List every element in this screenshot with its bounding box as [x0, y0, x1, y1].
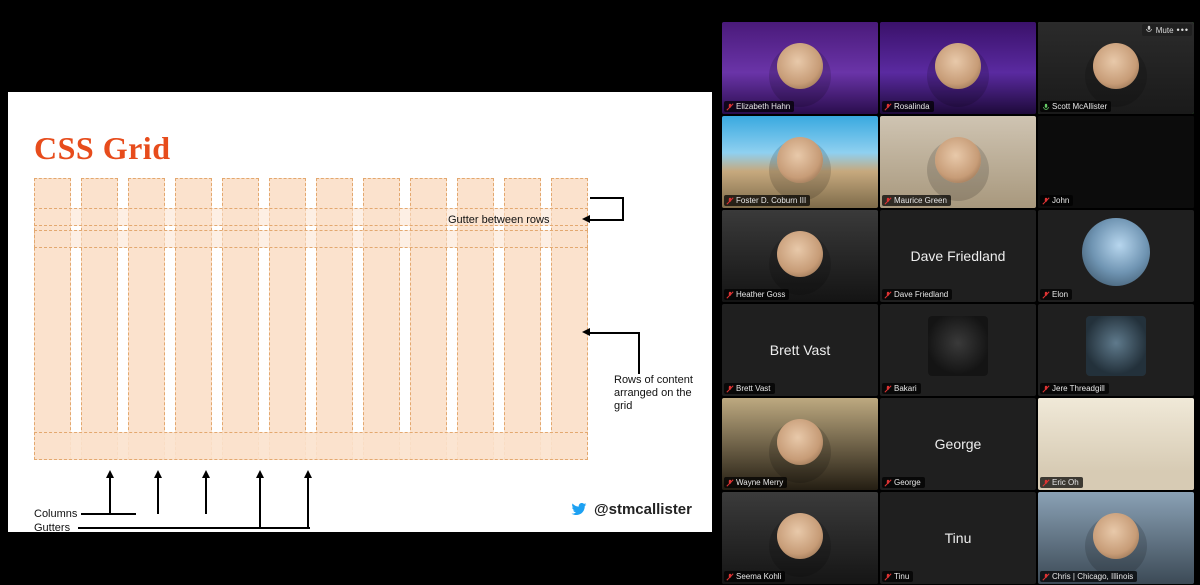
participant-tile[interactable]: Jere Threadgill: [1038, 304, 1194, 396]
participant-tile[interactable]: Heather Goss: [722, 210, 878, 302]
participant-tile[interactable]: John: [1038, 116, 1194, 208]
participant-tile[interactable]: Maurice Green: [880, 116, 1036, 208]
participant-tile[interactable]: Eric Oh: [1038, 398, 1194, 490]
participant-name-label: Elizabeth Hahn: [724, 101, 794, 112]
participant-name-label: Heather Goss: [724, 289, 789, 300]
participant-tile[interactable]: Dave Friedland Dave Friedland: [880, 210, 1036, 302]
slide-title: CSS Grid: [34, 130, 170, 167]
participant-name-label: Chris | Chicago, Illinois: [1040, 571, 1137, 582]
mic-muted-icon: [726, 573, 734, 581]
mute-button[interactable]: Mute •••: [1142, 24, 1192, 36]
mic-muted-icon: [884, 291, 892, 299]
participant-tile[interactable]: Bakari: [880, 304, 1036, 396]
participant-tile[interactable]: George George: [880, 398, 1036, 490]
participant-name-label: Maurice Green: [882, 195, 951, 206]
participant-tile[interactable]: Tinu Tinu: [880, 492, 1036, 584]
annotation-gutter-rows: Gutter between rows: [448, 214, 550, 226]
participant-name-label: Dave Friedland: [882, 289, 952, 300]
mic-icon: [1145, 25, 1153, 35]
participant-tile[interactable]: Seema Kohli: [722, 492, 878, 584]
participant-name-label: Rosalinda: [882, 101, 934, 112]
shared-slide: CSS Grid Gutter between rows Rows of con…: [8, 92, 712, 532]
participant-name-label: Brett Vast: [724, 383, 775, 394]
mic-muted-icon: [1042, 573, 1050, 581]
mic-muted-icon: [1042, 385, 1050, 393]
options-icon[interactable]: •••: [1177, 26, 1189, 34]
participant-name-label: Wayne Merry: [724, 477, 787, 488]
avatar: [928, 316, 988, 376]
mic-muted-icon: [1042, 291, 1050, 299]
mic-active-icon: [1042, 103, 1050, 111]
participant-name-label: John: [1040, 195, 1073, 206]
participant-name-label: Jere Threadgill: [1040, 383, 1109, 394]
mic-muted-icon: [884, 385, 892, 393]
twitter-handle: @stmcallister: [571, 501, 692, 518]
avatar: [1082, 218, 1150, 286]
participant-tile[interactable]: Wayne Merry: [722, 398, 878, 490]
mic-muted-icon: [726, 197, 734, 205]
participant-tile[interactable]: Brett Vast Brett Vast: [722, 304, 878, 396]
participant-tile[interactable]: Elizabeth Hahn: [722, 22, 878, 114]
mic-muted-icon: [726, 103, 734, 111]
mic-muted-icon: [884, 103, 892, 111]
participant-tile[interactable]: Chris | Chicago, Illinois: [1038, 492, 1194, 584]
participant-name-label: Foster D. Coburn III: [724, 195, 810, 206]
participant-gallery: Elizabeth Hahn Rosalinda Mute ••• Scott …: [722, 22, 1196, 584]
twitter-icon: [571, 501, 594, 518]
mic-muted-icon: [884, 573, 892, 581]
participant-tile[interactable]: Foster D. Coburn III: [722, 116, 878, 208]
mic-muted-icon: [1042, 197, 1050, 205]
participant-name-label: Scott McAllister: [1040, 101, 1111, 112]
mic-muted-icon: [726, 291, 734, 299]
participant-name-label: Eric Oh: [1040, 477, 1083, 488]
participant-name-label: Bakari: [882, 383, 921, 394]
participant-name-label: Elon: [1040, 289, 1072, 300]
participant-name-label: Tinu: [882, 571, 913, 582]
participant-tile[interactable]: Rosalinda: [880, 22, 1036, 114]
annotation-rows-content: Rows of content arranged on the grid: [614, 374, 706, 414]
mic-muted-icon: [726, 479, 734, 487]
participant-tile[interactable]: Elon: [1038, 210, 1194, 302]
mic-muted-icon: [726, 385, 734, 393]
avatar: [1086, 316, 1146, 376]
participant-name-label: Seema Kohli: [724, 571, 785, 582]
annotation-gutters: Gutters: [34, 522, 70, 534]
mic-muted-icon: [884, 479, 892, 487]
participant-tile-speaker[interactable]: Mute ••• Scott McAllister: [1038, 22, 1194, 114]
mic-muted-icon: [1042, 479, 1050, 487]
annotation-columns: Columns: [34, 508, 77, 520]
twitter-handle-text: @stmcallister: [594, 501, 692, 518]
mic-muted-icon: [884, 197, 892, 205]
participant-name-label: George: [882, 477, 925, 488]
